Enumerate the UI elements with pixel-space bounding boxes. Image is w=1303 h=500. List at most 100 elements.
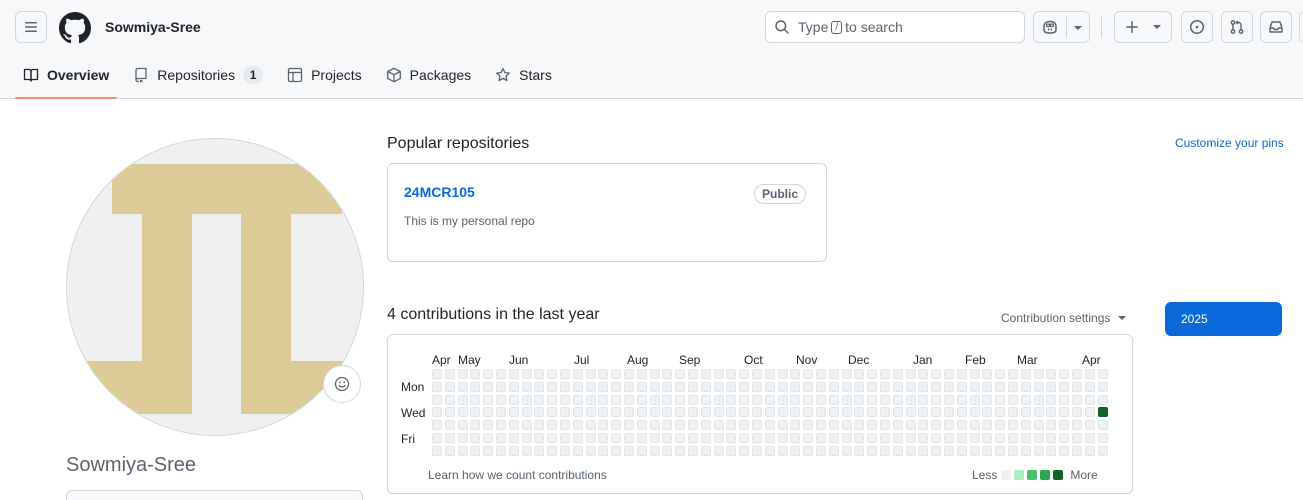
set-status-button[interactable] bbox=[323, 365, 361, 403]
contribution-day-cell[interactable] bbox=[739, 407, 749, 417]
contribution-day-cell[interactable] bbox=[534, 433, 544, 443]
issues-button[interactable] bbox=[1181, 11, 1213, 43]
contribution-day-cell[interactable] bbox=[918, 433, 928, 443]
contribution-day-cell[interactable] bbox=[650, 395, 660, 405]
contribution-day-cell[interactable] bbox=[1034, 382, 1044, 392]
contribution-day-cell[interactable] bbox=[662, 407, 672, 417]
contribution-day-cell[interactable] bbox=[1059, 382, 1069, 392]
contribution-day-cell[interactable] bbox=[726, 420, 736, 430]
contribution-day-cell[interactable] bbox=[867, 369, 877, 379]
contribution-day-cell[interactable] bbox=[803, 446, 813, 456]
contribution-day-cell[interactable] bbox=[995, 407, 1005, 417]
contribution-day-cell[interactable] bbox=[906, 369, 916, 379]
contribution-day-cell[interactable] bbox=[970, 395, 980, 405]
contribution-day-cell[interactable] bbox=[1008, 395, 1018, 405]
contribution-day-cell[interactable] bbox=[701, 382, 711, 392]
contribution-day-cell[interactable] bbox=[470, 420, 480, 430]
contribution-day-cell[interactable] bbox=[458, 407, 468, 417]
contribution-day-cell[interactable] bbox=[931, 407, 941, 417]
contribution-day-cell[interactable] bbox=[522, 420, 532, 430]
contribution-day-cell[interactable] bbox=[918, 446, 928, 456]
contribution-day-cell[interactable] bbox=[893, 369, 903, 379]
contribution-day-cell[interactable] bbox=[598, 420, 608, 430]
contribution-day-cell[interactable] bbox=[560, 420, 570, 430]
contribution-day-cell[interactable] bbox=[650, 382, 660, 392]
contribution-day-cell[interactable] bbox=[675, 446, 685, 456]
contribution-day-cell[interactable] bbox=[714, 446, 724, 456]
contribution-day-cell[interactable] bbox=[637, 369, 647, 379]
contribution-day-cell[interactable] bbox=[586, 369, 596, 379]
contribution-day-cell[interactable] bbox=[714, 433, 724, 443]
contribution-day-cell[interactable] bbox=[624, 433, 634, 443]
contribution-day-cell[interactable] bbox=[931, 420, 941, 430]
contribution-day-cell[interactable] bbox=[470, 446, 480, 456]
contribution-day-cell[interactable] bbox=[637, 395, 647, 405]
customize-pins-link[interactable]: Customize your pins bbox=[1175, 136, 1284, 150]
contribution-day-cell[interactable] bbox=[893, 446, 903, 456]
contribution-day-cell[interactable] bbox=[432, 382, 442, 392]
contribution-day-cell[interactable] bbox=[765, 395, 775, 405]
contribution-day-cell[interactable] bbox=[982, 446, 992, 456]
contribution-day-cell[interactable] bbox=[1034, 369, 1044, 379]
contribution-day-cell[interactable] bbox=[906, 395, 916, 405]
contribution-day-cell[interactable] bbox=[765, 382, 775, 392]
contribution-day-cell[interactable] bbox=[1034, 420, 1044, 430]
contribution-day-cell[interactable] bbox=[496, 407, 506, 417]
contribution-day-cell[interactable] bbox=[918, 382, 928, 392]
contribution-day-cell[interactable] bbox=[675, 395, 685, 405]
contribution-day-cell[interactable] bbox=[854, 420, 864, 430]
contribution-day-cell[interactable] bbox=[829, 369, 839, 379]
contribution-day-cell[interactable] bbox=[637, 420, 647, 430]
contribution-day-cell[interactable] bbox=[496, 446, 506, 456]
contribution-day-cell[interactable] bbox=[970, 446, 980, 456]
contribution-day-cell[interactable] bbox=[432, 420, 442, 430]
contribution-day-cell[interactable] bbox=[624, 407, 634, 417]
contribution-day-cell[interactable] bbox=[1034, 433, 1044, 443]
contribution-day-cell[interactable] bbox=[675, 369, 685, 379]
contribution-day-cell[interactable] bbox=[1008, 382, 1018, 392]
contribution-day-cell[interactable] bbox=[522, 407, 532, 417]
contribution-day-cell[interactable] bbox=[1046, 420, 1056, 430]
contribution-day-cell[interactable] bbox=[483, 395, 493, 405]
contribution-day-cell[interactable] bbox=[765, 420, 775, 430]
contribution-day-cell[interactable] bbox=[586, 407, 596, 417]
contribution-day-cell[interactable] bbox=[483, 369, 493, 379]
contribution-day-cell[interactable] bbox=[957, 395, 967, 405]
contribution-day-cell[interactable] bbox=[714, 407, 724, 417]
contribution-day-cell[interactable] bbox=[816, 395, 826, 405]
avatar[interactable] bbox=[66, 138, 364, 436]
contribution-day-cell[interactable] bbox=[624, 446, 634, 456]
contribution-day-cell[interactable] bbox=[483, 420, 493, 430]
contribution-day-cell[interactable] bbox=[970, 382, 980, 392]
contribution-day-cell[interactable] bbox=[842, 407, 852, 417]
tab-stars[interactable]: Stars bbox=[487, 56, 560, 94]
contribution-day-cell[interactable] bbox=[573, 446, 583, 456]
contribution-day-cell[interactable] bbox=[1098, 446, 1108, 456]
contribution-day-cell[interactable] bbox=[1085, 420, 1095, 430]
contribution-day-cell[interactable] bbox=[790, 446, 800, 456]
contribution-day-cell[interactable] bbox=[573, 395, 583, 405]
contribution-day-cell[interactable] bbox=[688, 446, 698, 456]
contribution-day-cell[interactable] bbox=[598, 433, 608, 443]
contribution-day-cell[interactable] bbox=[970, 369, 980, 379]
contribution-day-cell[interactable] bbox=[790, 420, 800, 430]
contribution-day-cell[interactable] bbox=[483, 433, 493, 443]
contribution-day-cell[interactable] bbox=[944, 407, 954, 417]
contribution-day-cell[interactable] bbox=[803, 395, 813, 405]
contribution-day-cell[interactable] bbox=[432, 369, 442, 379]
contribution-day-cell[interactable] bbox=[611, 395, 621, 405]
contribution-day-cell[interactable] bbox=[726, 369, 736, 379]
contribution-day-cell[interactable] bbox=[445, 369, 455, 379]
contribution-day-cell[interactable] bbox=[918, 369, 928, 379]
contribution-day-cell[interactable] bbox=[995, 446, 1005, 456]
contribution-day-cell[interactable] bbox=[496, 395, 506, 405]
contribution-day-cell[interactable] bbox=[637, 382, 647, 392]
contribution-day-cell[interactable] bbox=[1072, 433, 1082, 443]
contribution-day-cell[interactable] bbox=[534, 395, 544, 405]
contribution-day-cell[interactable] bbox=[598, 369, 608, 379]
contribution-day-cell[interactable] bbox=[1085, 395, 1095, 405]
contribution-day-cell[interactable] bbox=[906, 446, 916, 456]
contribution-day-cell[interactable] bbox=[931, 395, 941, 405]
contribution-day-cell[interactable] bbox=[483, 382, 493, 392]
contribution-day-cell[interactable] bbox=[458, 433, 468, 443]
